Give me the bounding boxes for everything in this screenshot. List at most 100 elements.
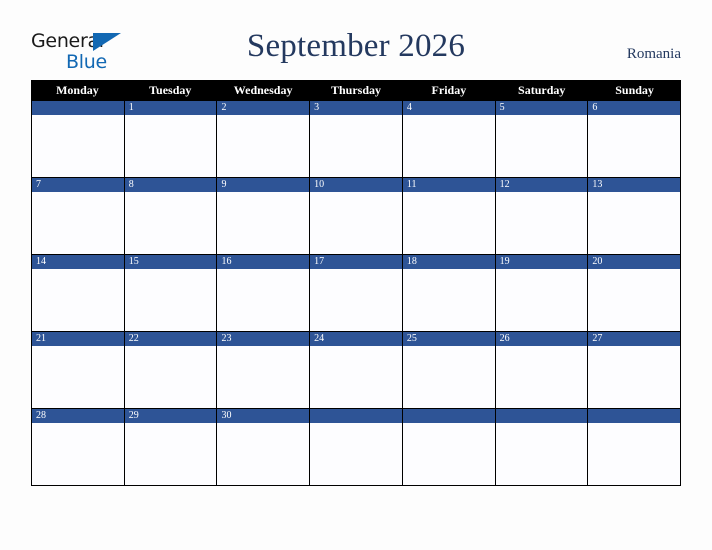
day-event-area[interactable]	[588, 346, 681, 408]
day-event-area[interactable]	[495, 346, 588, 408]
day-cell-12[interactable]: 12	[495, 178, 589, 254]
day-cell-3[interactable]: 3	[310, 101, 403, 177]
day-event-area[interactable]	[402, 192, 495, 254]
day-event-area[interactable]	[217, 346, 310, 408]
day-number-bar: 21	[32, 332, 124, 346]
day-cell-15[interactable]: 15	[124, 255, 218, 331]
day-event-area[interactable]	[588, 423, 681, 485]
day-number-bar	[495, 409, 588, 423]
day-cell-24[interactable]: 24	[310, 332, 403, 408]
day-event-area[interactable]	[402, 423, 495, 485]
day-number-bar: 3	[310, 101, 402, 115]
day-number-bar: 29	[124, 409, 217, 423]
day-event-area[interactable]	[495, 115, 588, 177]
day-number-bar: 7	[32, 178, 124, 192]
day-cell-29[interactable]: 29	[124, 409, 218, 485]
page-title: September 2026	[246, 28, 466, 64]
day-cell-23[interactable]: 23	[217, 332, 311, 408]
day-number: 27	[592, 333, 603, 344]
day-cell-18[interactable]: 18	[402, 255, 496, 331]
day-cell-empty[interactable]	[32, 101, 125, 177]
day-event-area[interactable]	[310, 192, 402, 254]
day-event-area[interactable]	[124, 423, 217, 485]
page-header: General Blue September 2026 Romania	[0, 0, 712, 78]
day-cell-empty[interactable]	[310, 409, 403, 485]
day-cell-9[interactable]: 9	[217, 178, 311, 254]
day-number-bar: 17	[310, 255, 402, 269]
day-number-bar: 22	[124, 332, 217, 346]
day-event-area[interactable]	[310, 115, 402, 177]
day-number-bar: 25	[402, 332, 495, 346]
day-event-area[interactable]	[217, 423, 310, 485]
day-cell-27[interactable]: 27	[588, 332, 681, 408]
calendar-weeks: 1 2 3 4 5 6 7 8 9 10 11 12 13 14 15 16 17 18 19 20 21 22 23 24 2…	[31, 101, 681, 486]
day-cell-17[interactable]: 17	[310, 255, 403, 331]
day-cell-5[interactable]: 5	[495, 101, 589, 177]
day-event-area[interactable]	[402, 346, 495, 408]
day-cell-19[interactable]: 19	[495, 255, 589, 331]
day-number-bar: 26	[495, 332, 588, 346]
day-event-area[interactable]	[495, 423, 588, 485]
day-event-area[interactable]	[32, 423, 124, 485]
day-number: 1	[128, 102, 134, 113]
day-cell-2[interactable]: 2	[217, 101, 311, 177]
day-cell-20[interactable]: 20	[588, 255, 681, 331]
calendar-week-row: 28 29 30	[31, 409, 681, 486]
day-event-area[interactable]	[217, 192, 310, 254]
day-event-area[interactable]	[32, 346, 124, 408]
day-event-area[interactable]	[124, 269, 217, 331]
day-event-area[interactable]	[217, 269, 310, 331]
day-number-bar: 27	[588, 332, 681, 346]
weekday-header-row: Monday Tuesday Wednesday Thursday Friday Satu…	[31, 80, 681, 101]
day-event-area[interactable]	[310, 269, 402, 331]
day-cell-22[interactable]: 22	[124, 332, 218, 408]
day-cell-1[interactable]: 1	[124, 101, 218, 177]
day-cell-7[interactable]: 7	[32, 178, 125, 254]
day-cell-empty[interactable]	[588, 409, 681, 485]
day-event-area[interactable]	[495, 269, 588, 331]
day-event-area[interactable]	[32, 269, 124, 331]
day-number-bar: 15	[124, 255, 217, 269]
day-event-area[interactable]	[310, 346, 402, 408]
day-cell-10[interactable]: 10	[310, 178, 403, 254]
day-event-area[interactable]	[124, 115, 217, 177]
day-cell-8[interactable]: 8	[124, 178, 218, 254]
day-event-area[interactable]	[310, 423, 402, 485]
day-event-area[interactable]	[402, 269, 495, 331]
day-cell-14[interactable]: 14	[32, 255, 125, 331]
day-event-area[interactable]	[32, 192, 124, 254]
day-cell-21[interactable]: 21	[32, 332, 125, 408]
day-number-bar: 10	[310, 178, 402, 192]
day-cell-empty[interactable]	[402, 409, 496, 485]
day-event-area[interactable]	[588, 192, 681, 254]
day-number: 18	[406, 256, 417, 267]
day-event-area[interactable]	[32, 115, 124, 177]
day-cell-16[interactable]: 16	[217, 255, 311, 331]
day-cell-13[interactable]: 13	[588, 178, 681, 254]
day-number: 24	[314, 333, 325, 344]
day-number-bar: 14	[32, 255, 124, 269]
day-number-bar	[402, 409, 495, 423]
day-event-area[interactable]	[124, 346, 217, 408]
day-cell-11[interactable]: 11	[402, 178, 496, 254]
day-cell-25[interactable]: 25	[402, 332, 496, 408]
day-cell-30[interactable]: 30	[217, 409, 311, 485]
day-number: 4	[406, 102, 412, 113]
day-number: 8	[128, 179, 134, 190]
day-number-bar: 24	[310, 332, 402, 346]
day-cell-empty[interactable]	[495, 409, 589, 485]
day-event-area[interactable]	[124, 192, 217, 254]
day-event-area[interactable]	[402, 115, 495, 177]
day-cell-4[interactable]: 4	[402, 101, 496, 177]
day-event-area[interactable]	[588, 269, 681, 331]
day-event-area[interactable]	[495, 192, 588, 254]
day-event-area[interactable]	[217, 115, 310, 177]
calendar-week-row: 1 2 3 4 5 6	[31, 101, 681, 178]
day-number: 25	[406, 333, 417, 344]
day-event-area[interactable]	[588, 115, 681, 177]
day-cell-28[interactable]: 28	[32, 409, 125, 485]
day-cell-26[interactable]: 26	[495, 332, 589, 408]
day-number: 15	[128, 256, 139, 267]
day-number: 17	[314, 256, 325, 267]
day-cell-6[interactable]: 6	[588, 101, 681, 177]
